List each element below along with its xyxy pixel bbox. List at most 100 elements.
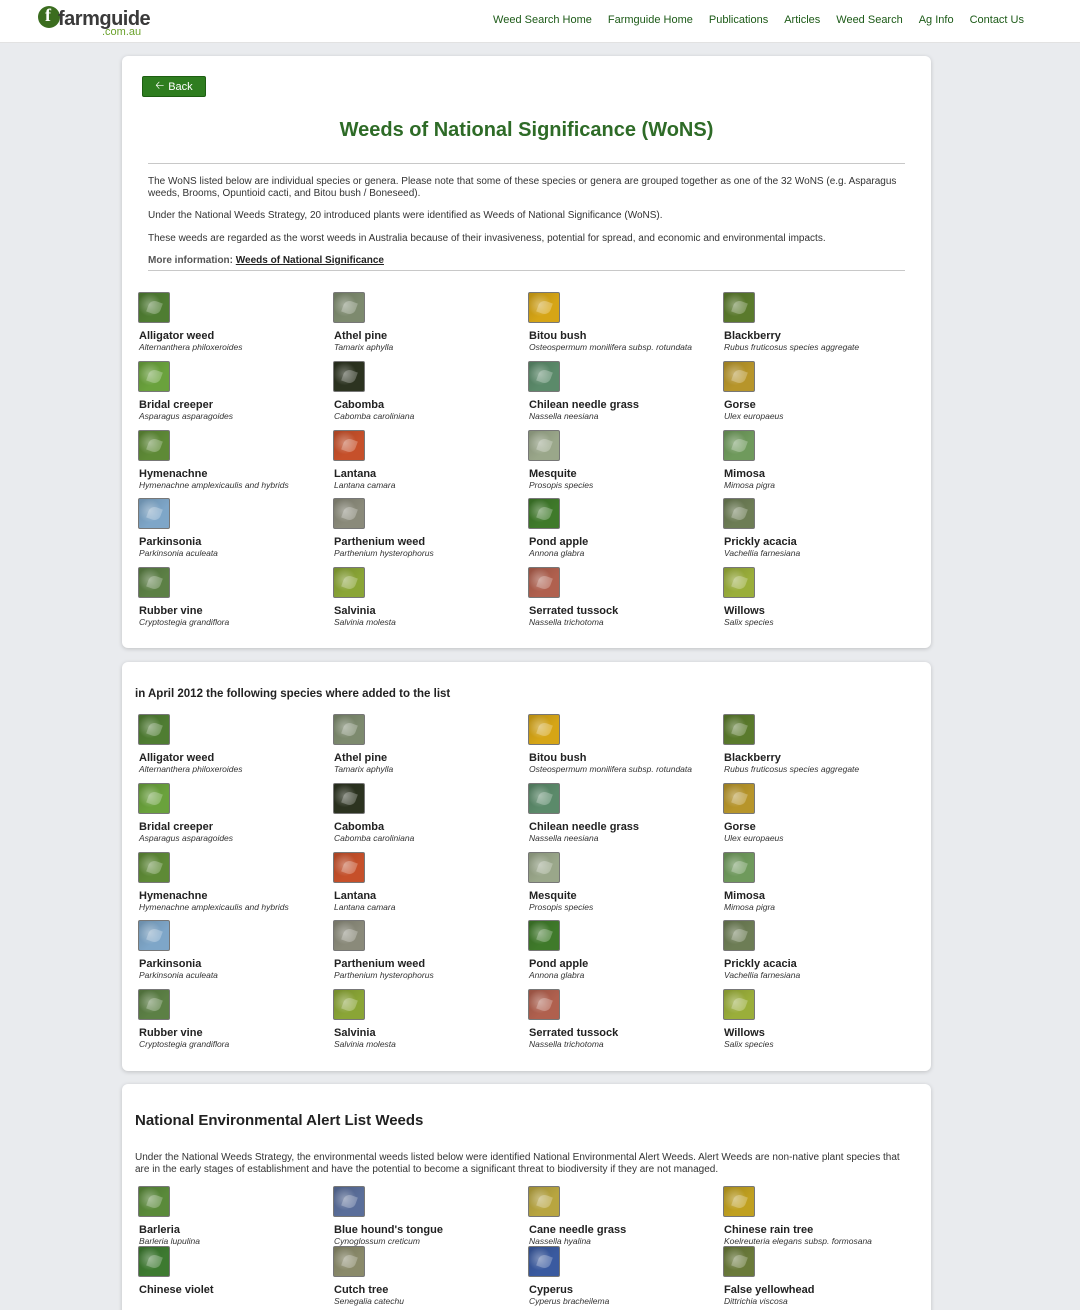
weed-common-name[interactable]: Mesquite (529, 890, 577, 902)
weed-item[interactable]: Bridal creeper Asparagus asparagoides (138, 360, 333, 430)
weed-item[interactable]: Cyperus Cyperus bracheilema (528, 1246, 723, 1306)
weed-common-name[interactable]: Bitou bush (529, 752, 586, 764)
weed-thumbnail[interactable] (333, 1186, 365, 1217)
weed-common-name[interactable]: Chilean needle grass (529, 821, 639, 833)
weed-common-name[interactable]: False yellowhead (724, 1284, 814, 1296)
weed-common-name[interactable]: Barleria (139, 1224, 180, 1236)
weed-thumbnail[interactable] (138, 567, 170, 599)
weed-common-name[interactable]: Prickly acacia (724, 958, 797, 970)
weed-thumbnail[interactable] (138, 782, 170, 814)
weed-common-name[interactable]: Blackberry (724, 330, 781, 342)
weed-thumbnail[interactable] (528, 989, 560, 1021)
weed-item[interactable]: Bridal creeper Asparagus asparagoides (138, 782, 333, 852)
weed-thumbnail[interactable] (528, 360, 560, 392)
weed-item[interactable]: Rubber vine Cryptostegia grandiflora (138, 567, 333, 636)
weed-common-name[interactable]: Bridal creeper (139, 399, 213, 411)
weed-item[interactable]: Gorse Ulex europaeus (723, 782, 918, 852)
weed-thumbnail[interactable] (333, 851, 365, 883)
weed-item[interactable]: Blue hound's tongue Cynoglossum creticum (333, 1186, 528, 1246)
weed-item[interactable]: Blackberry Rubus fruticosus species aggre… (723, 292, 918, 361)
weed-thumbnail[interactable] (723, 1186, 755, 1217)
weed-common-name[interactable]: Cane needle grass (529, 1224, 626, 1236)
weed-common-name[interactable]: Cabomba (334, 399, 384, 411)
weed-common-name[interactable]: Gorse (724, 821, 756, 833)
weed-item[interactable]: Bitou bush Osteospermum monilifera subsp.… (528, 714, 723, 783)
weed-item[interactable]: Parthenium weed Parthenium hysterophorus (333, 498, 528, 567)
nav-weed-search-home[interactable]: Weed Search Home (493, 14, 592, 26)
weed-thumbnail[interactable] (528, 851, 560, 883)
weed-thumbnail[interactable] (333, 360, 365, 392)
weed-thumbnail[interactable] (138, 360, 170, 392)
weed-item[interactable]: Blackberry Rubus fruticosus species aggre… (723, 714, 918, 783)
weed-thumbnail[interactable] (528, 920, 560, 952)
weed-item[interactable]: Parkinsonia Parkinsonia aculeata (138, 920, 333, 989)
weed-item[interactable]: Cane needle grass Nassella hyalina (528, 1186, 723, 1246)
weed-item[interactable]: Barleria Barleria lupulina (138, 1186, 333, 1246)
weed-item[interactable]: Salvinia Salvinia molesta (333, 989, 528, 1058)
weed-thumbnail[interactable] (138, 714, 170, 745)
weed-item[interactable]: Hymenachne Hymenachne amplexicaulis and h… (138, 429, 333, 499)
weed-common-name[interactable]: Hymenachne (139, 468, 207, 480)
weed-common-name[interactable]: Parkinsonia (139, 536, 201, 548)
weed-item[interactable]: Cabomba Cabomba caroliniana (333, 782, 528, 852)
weed-thumbnail[interactable] (528, 782, 560, 814)
weed-item[interactable]: Hymenachne Hymenachne amplexicaulis and h… (138, 851, 333, 921)
weed-common-name[interactable]: Rubber vine (139, 605, 203, 617)
nav-publications[interactable]: Publications (709, 14, 768, 26)
weed-item[interactable]: Alligator weed Alternanthera philoxeroide… (138, 292, 333, 361)
weed-item[interactable]: Prickly acacia Vachellia farnesiana (723, 498, 918, 567)
weed-thumbnail[interactable] (138, 1186, 170, 1217)
nav-articles[interactable]: Articles (784, 14, 820, 26)
weed-item[interactable]: Salvinia Salvinia molesta (333, 567, 528, 636)
weed-common-name[interactable]: Parthenium weed (334, 536, 425, 548)
weed-common-name[interactable]: Willows (724, 605, 765, 617)
weed-common-name[interactable]: Lantana (334, 468, 376, 480)
weed-item[interactable]: Willows Salix species (723, 989, 918, 1058)
weed-common-name[interactable]: Pond apple (529, 536, 588, 548)
weed-thumbnail[interactable] (528, 714, 560, 745)
weed-common-name[interactable]: Mimosa (724, 890, 765, 902)
weed-thumbnail[interactable] (723, 567, 755, 599)
weed-item[interactable]: Mesquite Prosopis species (528, 851, 723, 921)
weed-item[interactable]: Chinese rain tree Koelreuteria elegans su… (723, 1186, 918, 1246)
weed-thumbnail[interactable] (723, 989, 755, 1021)
weed-common-name[interactable]: Willows (724, 1027, 765, 1039)
nav-contact-us[interactable]: Contact Us (970, 14, 1024, 26)
weed-common-name[interactable]: Bitou bush (529, 330, 586, 342)
weed-item[interactable]: Chilean needle grass Nassella neesiana (528, 782, 723, 852)
weed-common-name[interactable]: Gorse (724, 399, 756, 411)
weed-thumbnail[interactable] (723, 1246, 755, 1277)
weed-item[interactable]: Mimosa Mimosa pigra (723, 429, 918, 499)
weed-common-name[interactable]: Alligator weed (139, 330, 214, 342)
weed-item[interactable]: Alligator weed Alternanthera philoxeroide… (138, 714, 333, 783)
weed-thumbnail[interactable] (138, 429, 170, 461)
weed-common-name[interactable]: Hymenachne (139, 890, 207, 902)
weed-common-name[interactable]: Lantana (334, 890, 376, 902)
weed-thumbnail[interactable] (333, 782, 365, 814)
weed-thumbnail[interactable] (138, 292, 170, 323)
weed-common-name[interactable]: Prickly acacia (724, 536, 797, 548)
weed-thumbnail[interactable] (138, 1246, 170, 1277)
weed-common-name[interactable]: Mesquite (529, 468, 577, 480)
weed-thumbnail[interactable] (333, 920, 365, 952)
weed-common-name[interactable]: Rubber vine (139, 1027, 203, 1039)
weed-item[interactable]: Serrated tussock Nassella trichotoma (528, 567, 723, 636)
weed-common-name[interactable]: Blackberry (724, 752, 781, 764)
nav-weed-search[interactable]: Weed Search (836, 14, 902, 26)
weed-thumbnail[interactable] (723, 498, 755, 530)
weed-thumbnail[interactable] (723, 292, 755, 323)
weed-item[interactable]: Mimosa Mimosa pigra (723, 851, 918, 921)
weed-thumbnail[interactable] (333, 292, 365, 323)
farmguide-logo[interactable]: farmguide .com.au (38, 5, 151, 38)
weed-thumbnail[interactable] (333, 567, 365, 599)
weed-thumbnail[interactable] (723, 714, 755, 745)
weed-thumbnail[interactable] (528, 567, 560, 599)
weed-thumbnail[interactable] (138, 989, 170, 1021)
weed-common-name[interactable]: Salvinia (334, 605, 376, 617)
weed-thumbnail[interactable] (138, 920, 170, 952)
weed-common-name[interactable]: Mimosa (724, 468, 765, 480)
weed-item[interactable]: Athel pine Tamarix aphylla (333, 292, 528, 361)
weed-common-name[interactable]: Parthenium weed (334, 958, 425, 970)
weed-common-name[interactable]: Bridal creeper (139, 821, 213, 833)
weed-thumbnail[interactable] (723, 920, 755, 952)
